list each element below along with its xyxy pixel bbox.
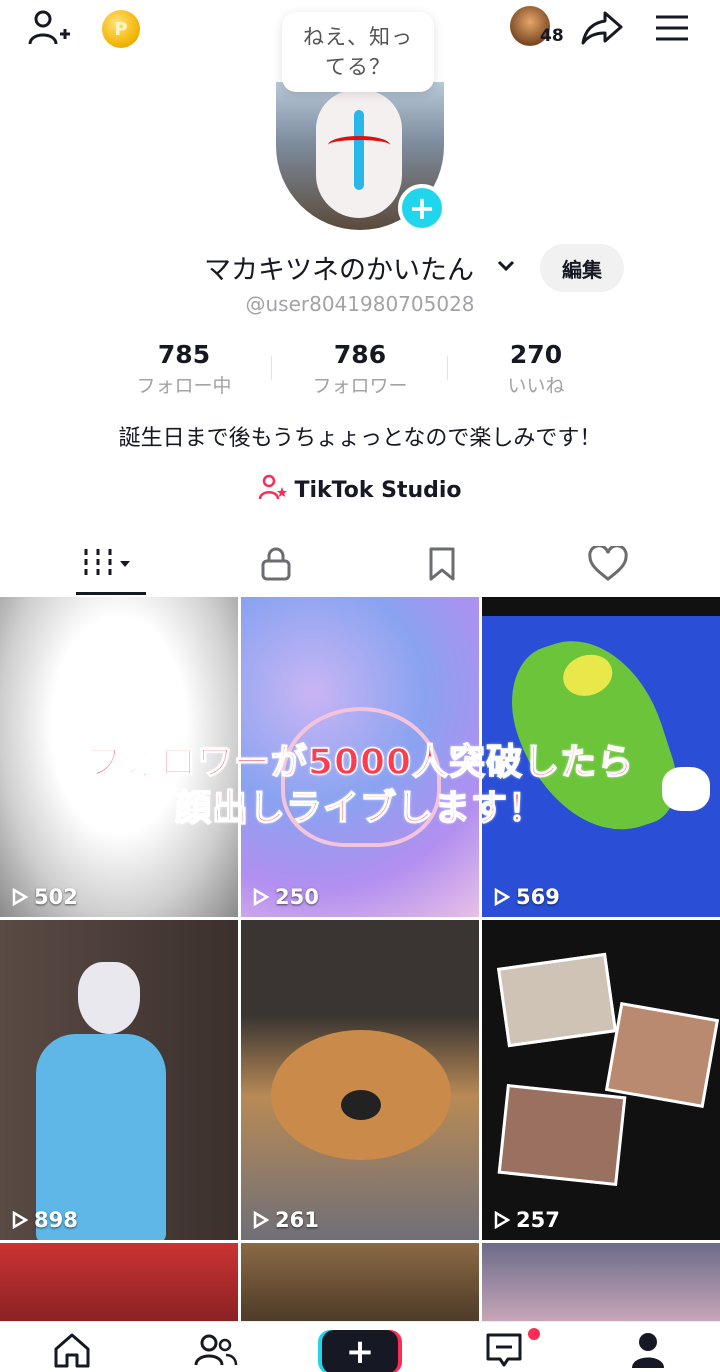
add-avatar-button[interactable]: +	[398, 184, 446, 232]
play-icon	[12, 1211, 28, 1229]
view-count: 250	[253, 885, 319, 909]
fox-person-image	[30, 950, 166, 1240]
play-icon	[494, 1211, 510, 1229]
inbox-icon	[486, 1333, 522, 1367]
overlay-banner: フォロワーが5000人突破したら 顔出しライブします！	[0, 740, 720, 832]
stat-likes-value: 270	[509, 340, 563, 369]
banner-line-1: フォロワーが5000人突破したら	[85, 741, 635, 784]
tab-private[interactable]	[186, 536, 366, 592]
divider	[447, 356, 448, 380]
fox-mask-image	[316, 90, 402, 218]
bookmark-icon	[429, 547, 455, 581]
home-icon	[54, 1333, 90, 1368]
nav-inbox[interactable]	[480, 1328, 528, 1372]
stat-following-label: フォロー中	[136, 375, 232, 397]
create-button[interactable]: +	[322, 1330, 398, 1372]
active-tab-indicator	[76, 592, 146, 595]
video-thumbnail[interactable]: 257	[482, 920, 720, 1240]
video-thumbnail[interactable]: 898	[0, 920, 238, 1240]
studio-label: TikTok Studio	[294, 477, 462, 503]
video-thumbnail[interactable]	[0, 1243, 238, 1323]
play-icon	[494, 888, 510, 906]
tab-videos[interactable]	[20, 536, 200, 592]
stat-likes-label: いいね	[507, 375, 565, 397]
view-count-value: 257	[516, 1208, 560, 1232]
video-thumbnail[interactable]	[482, 1243, 720, 1323]
content-tabs	[0, 536, 720, 596]
view-count-value: 261	[275, 1208, 319, 1232]
nav-home[interactable]	[48, 1328, 96, 1372]
bio-text: 誕生日まで後もうちょょっとなので楽しみです！	[118, 426, 602, 451]
play-icon	[253, 888, 269, 906]
username-handle: @user8041980705028	[245, 292, 475, 316]
stat-followers-value: 786	[333, 340, 387, 369]
stat-followers[interactable]: 786 フォロワー	[290, 340, 430, 398]
menu-icon[interactable]	[652, 8, 692, 48]
tooltip-line-2: てる？	[325, 55, 391, 79]
divider	[271, 356, 272, 380]
profile-icon	[632, 1333, 664, 1368]
bottom-nav: +	[0, 1321, 720, 1372]
display-name[interactable]: マカキツネのかいたん	[204, 248, 474, 287]
nav-profile[interactable]	[624, 1328, 672, 1372]
stat-following[interactable]: 785 フォロー中	[114, 340, 254, 398]
edit-profile-button[interactable]: 編集	[540, 244, 624, 292]
stat-likes[interactable]: 270 いいね	[466, 340, 606, 398]
photo-frame	[497, 1083, 627, 1187]
stat-following-value: 785	[157, 340, 211, 369]
view-count: 257	[494, 1208, 560, 1232]
photo-frame	[496, 952, 618, 1048]
studio-person-icon	[258, 473, 288, 507]
tooltip-line-1: ねえ、知っ	[303, 25, 413, 49]
friends-count: 48	[540, 26, 564, 46]
banner-line-2: 顔出しライブします！	[174, 787, 545, 830]
view-count: 502	[12, 885, 78, 909]
nav-friends[interactable]	[192, 1328, 240, 1372]
view-count: 261	[253, 1208, 319, 1232]
play-icon	[253, 1211, 269, 1229]
view-count-value: 569	[516, 885, 560, 909]
lock-icon	[261, 547, 291, 581]
view-count-value: 898	[34, 1208, 78, 1232]
video-grid: 502 250 569 898 261 257	[0, 597, 720, 1323]
tooltip-bubble: ねえ、知っ てる？	[282, 12, 434, 92]
friends-icon	[194, 1334, 238, 1366]
view-count: 898	[12, 1208, 78, 1232]
tab-liked[interactable]	[518, 536, 698, 592]
photo-frame	[604, 1002, 720, 1108]
heart-icon	[588, 546, 628, 581]
notification-dot	[528, 1328, 540, 1340]
video-thumbnail[interactable]	[241, 1243, 479, 1323]
tiktok-studio-link[interactable]: TikTok Studio	[0, 474, 720, 506]
share-icon[interactable]	[580, 8, 624, 48]
profile-page: P 48 + ねえ、知っ てる？ マカキツネのかいたん 編集 @user8041…	[0, 0, 720, 1372]
view-count: 569	[494, 885, 560, 909]
add-friend-icon[interactable]	[26, 8, 72, 48]
video-thumbnail[interactable]: 261	[241, 920, 479, 1240]
view-count-value: 250	[275, 885, 319, 909]
play-icon	[12, 888, 28, 906]
coin-icon[interactable]: P	[102, 10, 140, 48]
dog-image	[271, 1030, 451, 1160]
stats-row: 785 フォロー中 786 フォロワー 270 いいね	[0, 340, 720, 400]
stat-followers-label: フォロワー	[312, 375, 408, 397]
chevron-down-icon[interactable]	[496, 254, 516, 278]
tab-saved[interactable]	[352, 536, 532, 592]
view-count-value: 502	[34, 885, 78, 909]
name-row: マカキツネのかいたん 編集	[0, 244, 720, 292]
grid-icon	[84, 549, 130, 579]
